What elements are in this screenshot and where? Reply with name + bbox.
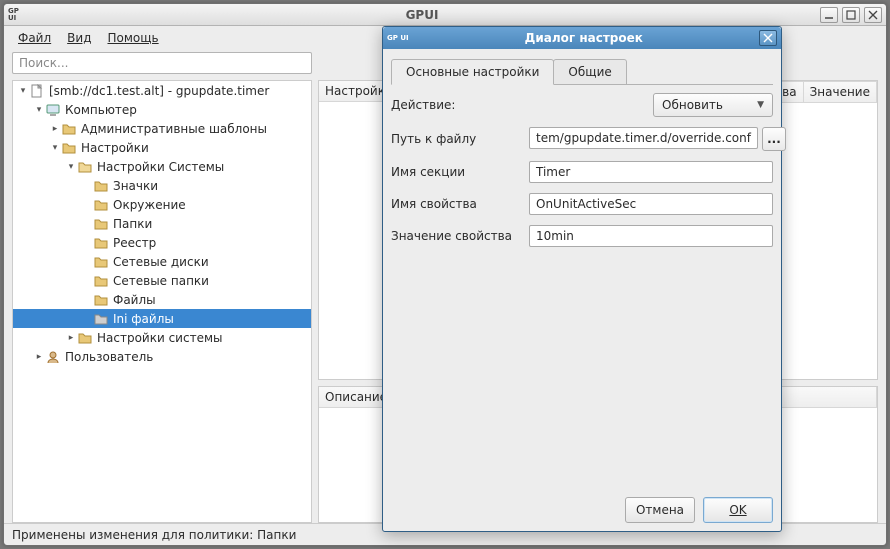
policy-tree[interactable]: ▾ [smb://dc1.test.alt] - gpupdate.timer … [12, 80, 312, 523]
folder-icon [93, 292, 109, 308]
expand-icon[interactable]: ▸ [49, 124, 61, 134]
dialog-title: Диалог настроек [413, 31, 755, 45]
tree-label: Настройки [81, 141, 149, 155]
close-button[interactable] [864, 7, 882, 23]
folder-icon [93, 197, 109, 213]
folder-open-icon [77, 159, 93, 175]
dialog-buttons: Отмена OK [383, 489, 781, 531]
tree-computer[interactable]: ▾ Компьютер [13, 100, 311, 119]
expand-icon[interactable]: ▾ [17, 86, 29, 96]
label-path: Путь к файлу [391, 132, 521, 146]
tree-settings[interactable]: ▾ Настройки [13, 138, 311, 157]
tree-label: Значки [113, 179, 158, 193]
label-section: Имя секции [391, 165, 521, 179]
minimize-button[interactable] [820, 7, 838, 23]
folder-icon [93, 311, 109, 327]
folder-icon [93, 235, 109, 251]
value-input[interactable]: 10min [529, 225, 773, 247]
user-icon [45, 349, 61, 365]
tree-label: Реестр [113, 236, 156, 250]
tree-item-netfolders[interactable]: Сетевые папки [13, 271, 311, 290]
ok-button[interactable]: OK [703, 497, 773, 523]
label-value: Значение свойства [391, 229, 521, 243]
folder-icon [93, 178, 109, 194]
tree-label: Сетевые папки [113, 274, 209, 288]
folder-icon [93, 254, 109, 270]
path-input[interactable]: tem/gpupdate.timer.d/override.conf [529, 127, 758, 149]
tab-common[interactable]: Общие [553, 59, 626, 84]
tree-system-settings[interactable]: ▾ Настройки Системы [13, 157, 311, 176]
action-select[interactable]: Обновить ▼ [653, 93, 773, 117]
tab-main[interactable]: Основные настройки [391, 59, 554, 85]
tree-admin-templates[interactable]: ▸ Административные шаблоны [13, 119, 311, 138]
folder-icon [77, 330, 93, 346]
tree-item-registry[interactable]: Реестр [13, 233, 311, 252]
tree-label: Настройки системы [97, 331, 222, 345]
menu-help[interactable]: Помощь [101, 29, 164, 47]
label-property: Имя свойства [391, 197, 521, 211]
property-value: OnUnitActiveSec [536, 197, 636, 211]
tree-label: Сетевые диски [113, 255, 209, 269]
tree-item-icons[interactable]: Значки [13, 176, 311, 195]
folder-icon [93, 273, 109, 289]
section-input[interactable]: Timer [529, 161, 773, 183]
tree-item-ini[interactable]: Ini файлы [13, 309, 311, 328]
tree-label: Настройки Системы [97, 160, 224, 174]
tree-label: Файлы [113, 293, 156, 307]
document-icon [29, 83, 45, 99]
tree-item-netdrives[interactable]: Сетевые диски [13, 252, 311, 271]
property-input[interactable]: OnUnitActiveSec [529, 193, 773, 215]
path-value: tem/gpupdate.timer.d/override.conf [536, 131, 751, 145]
tree-label: Административные шаблоны [81, 122, 267, 136]
search-input[interactable]: Поиск... [12, 52, 312, 74]
folder-icon [61, 121, 77, 137]
status-text: Применены изменения для политики: Папки [12, 528, 296, 542]
titlebar: GP UI GPUI [4, 4, 886, 26]
folder-icon [61, 140, 77, 156]
tree-system-settings-2[interactable]: ▸ Настройки системы [13, 328, 311, 347]
maximize-button[interactable] [842, 7, 860, 23]
app-icon: GP UI [8, 7, 24, 23]
tree-label: Папки [113, 217, 152, 231]
value-value: 10min [536, 229, 574, 243]
tree-label: Ini файлы [113, 312, 174, 326]
label-action: Действие: [391, 98, 521, 112]
tab-main-content: Действие: Обновить ▼ Путь к файлу tem/gp… [391, 93, 773, 481]
dialog-titlebar: GP UI Диалог настроек [383, 27, 781, 49]
tree-item-env[interactable]: Окружение [13, 195, 311, 214]
tree-item-folders[interactable]: Папки [13, 214, 311, 233]
action-select-value: Обновить [662, 98, 723, 112]
folder-icon [93, 216, 109, 232]
window-title: GPUI [28, 8, 816, 22]
app-icon: GP UI [387, 35, 409, 42]
expand-icon[interactable]: ▸ [65, 333, 77, 343]
browse-button[interactable]: ... [762, 127, 786, 151]
expand-icon[interactable]: ▾ [49, 143, 61, 153]
tree-item-files[interactable]: Файлы [13, 290, 311, 309]
tree-label: Компьютер [65, 103, 137, 117]
tree-label: Окружение [113, 198, 186, 212]
chevron-down-icon: ▼ [757, 100, 764, 110]
dialog-close-button[interactable] [759, 30, 777, 46]
section-value: Timer [536, 165, 570, 179]
dialog-tabs: Основные настройки Общие [391, 57, 773, 85]
tree-root-label: [smb://dc1.test.alt] - gpupdate.timer [49, 84, 269, 98]
menu-file[interactable]: Файл [12, 29, 57, 47]
value-header[interactable]: Значение [803, 81, 877, 103]
cancel-button[interactable]: Отмена [625, 497, 695, 523]
expand-icon[interactable]: ▾ [33, 105, 45, 115]
computer-icon [45, 102, 61, 118]
search-placeholder: Поиск... [19, 56, 68, 70]
tree-label: Пользователь [65, 350, 153, 364]
expand-icon[interactable]: ▾ [65, 162, 77, 172]
tree-root[interactable]: ▾ [smb://dc1.test.alt] - gpupdate.timer [13, 81, 311, 100]
expand-icon[interactable]: ▸ [33, 352, 45, 362]
menu-view[interactable]: Вид [61, 29, 97, 47]
settings-dialog: GP UI Диалог настроек Основные настройки… [382, 26, 782, 532]
tree-user[interactable]: ▸ Пользователь [13, 347, 311, 366]
